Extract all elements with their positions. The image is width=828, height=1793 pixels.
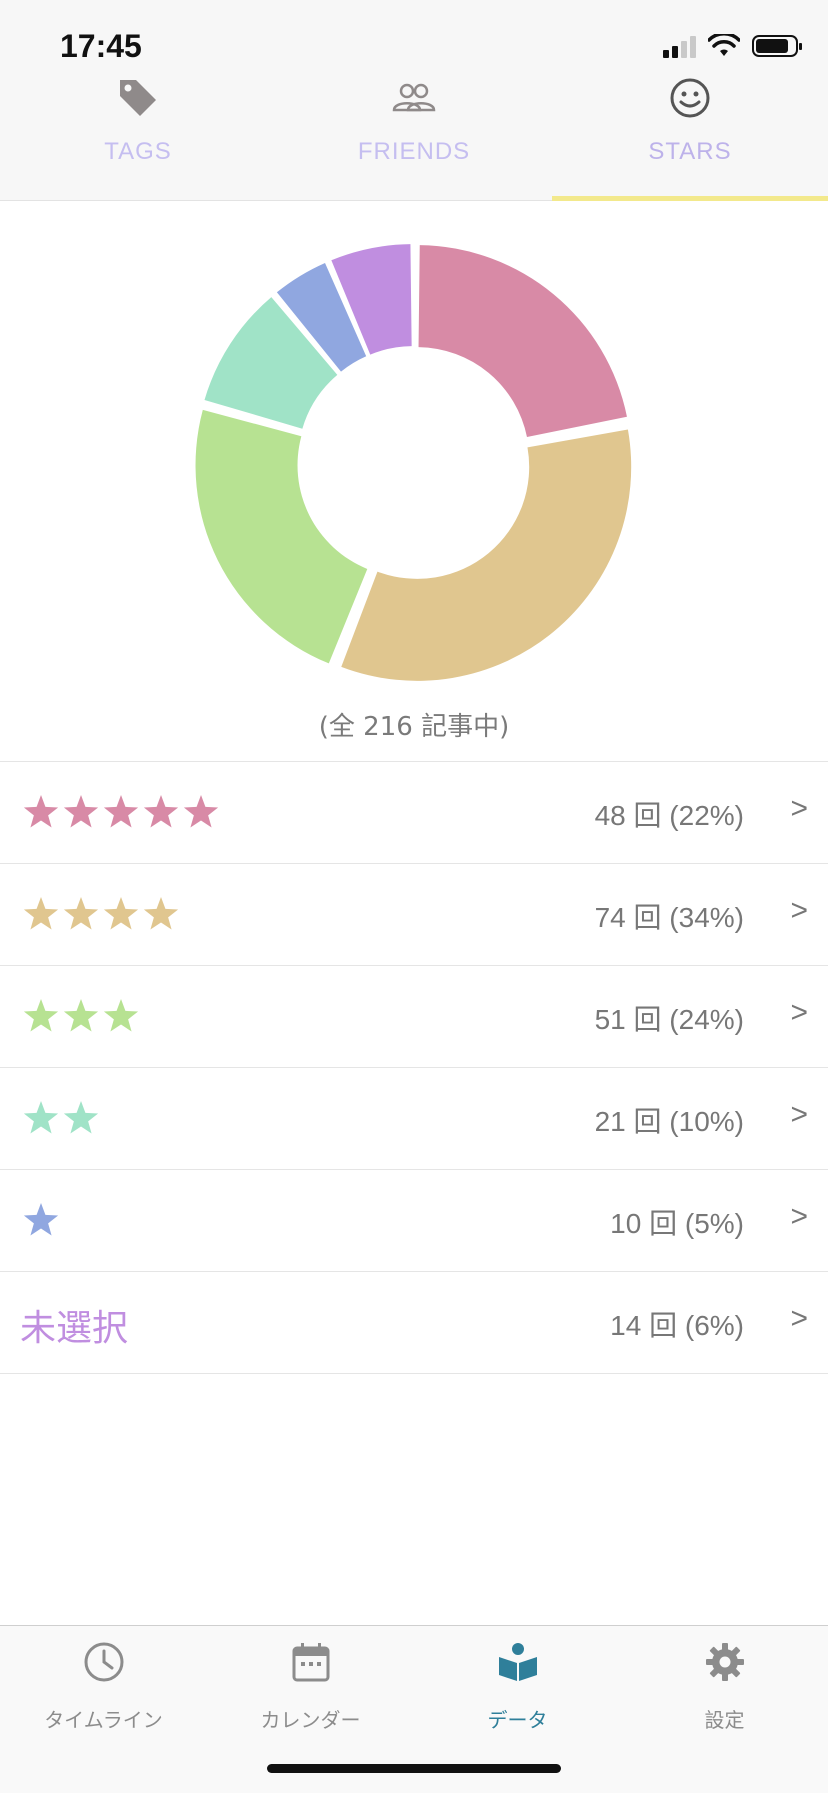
donut-slice [341, 429, 632, 681]
star-icon [63, 897, 99, 930]
top-header: 17:45 TAGS FRIENDS STARS [0, 0, 828, 201]
donut-slice [195, 409, 368, 664]
cellular-signal-icon [663, 34, 696, 58]
clock-icon [84, 1642, 123, 1682]
tab-label: TAGS [104, 138, 172, 165]
star-icon [143, 795, 179, 828]
star-rating-list: 48 回 (22%) > 74 回 (34%) > 51 回 (24%) > 2… [0, 761, 828, 1374]
unselected-label: 未選択 [20, 1308, 129, 1349]
star-rating [22, 997, 140, 1035]
nav-calendar[interactable]: カレンダー [207, 1626, 414, 1746]
star-icon [23, 897, 59, 930]
chevron-right-icon: > [790, 1302, 808, 1335]
star-icon [103, 897, 139, 930]
gear-icon [705, 1643, 744, 1681]
chevron-right-icon: > [790, 792, 808, 825]
chevron-right-icon: > [790, 996, 808, 1029]
stars-chart-area: (全 216 記事中) [0, 201, 828, 761]
calendar-icon [292, 1643, 329, 1682]
battery-icon [752, 35, 802, 57]
star-icon [63, 1101, 99, 1134]
book-reader-icon [498, 1643, 537, 1681]
star-icon [23, 795, 59, 828]
status-time: 17:45 [60, 28, 142, 64]
status-icons [663, 34, 802, 58]
star-icon [63, 999, 99, 1032]
nav-label: データ [487, 1708, 548, 1732]
star-rating [22, 895, 180, 933]
chevron-right-icon: > [790, 1098, 808, 1131]
star-icon [63, 795, 99, 828]
count-percent: 14 回 (6%) [610, 1310, 744, 1341]
nav-timeline[interactable]: タイムライン [0, 1626, 207, 1746]
count-percent: 74 回 (34%) [594, 902, 744, 933]
nav-label: 設定 [704, 1708, 745, 1732]
count-percent: 48 回 (22%) [594, 800, 744, 831]
count-percent: 21 回 (10%) [594, 1106, 744, 1137]
wifi-icon [708, 34, 740, 56]
rating-row-2[interactable]: 21 回 (10%) > [0, 1067, 828, 1169]
tab-tags[interactable]: TAGS [0, 70, 276, 200]
star-rating [22, 793, 220, 831]
tab-stars[interactable]: STARS [552, 70, 828, 200]
star-icon [23, 999, 59, 1032]
nav-data[interactable]: データ [414, 1626, 621, 1746]
chevron-right-icon: > [790, 1200, 808, 1233]
stars-donut-chart [195, 244, 632, 681]
rating-row-3[interactable]: 51 回 (24%) > [0, 965, 828, 1067]
chevron-right-icon: > [790, 894, 808, 927]
tab-label: STARS [648, 138, 732, 165]
star-icon [183, 795, 219, 828]
star-icon [103, 795, 139, 828]
rating-row-1[interactable]: 10 回 (5%) > [0, 1169, 828, 1271]
rating-row-4[interactable]: 74 回 (34%) > [0, 863, 828, 965]
tag-icon [120, 80, 156, 116]
count-percent: 51 回 (24%) [594, 1004, 744, 1035]
rating-row-5[interactable]: 48 回 (22%) > [0, 761, 828, 863]
tab-label: FRIENDS [357, 138, 471, 165]
nav-label: カレンダー [260, 1708, 361, 1732]
smiley-icon [670, 78, 710, 118]
home-indicator [267, 1764, 561, 1773]
total-articles-caption: (全 216 記事中) [318, 712, 510, 742]
star-icon [143, 897, 179, 930]
donut-slice [418, 245, 627, 437]
nav-settings[interactable]: 設定 [621, 1626, 828, 1746]
tab-friends[interactable]: FRIENDS [276, 70, 552, 200]
star-rating [22, 1099, 100, 1137]
star-icon [23, 1101, 59, 1134]
star-icon [23, 1203, 59, 1236]
friends-icon [392, 83, 436, 112]
count-percent: 10 回 (5%) [610, 1208, 744, 1239]
star-rating [22, 1201, 60, 1239]
tab-bar: TAGS FRIENDS STARS [0, 70, 828, 200]
star-icon [103, 999, 139, 1032]
nav-label: タイムライン [44, 1708, 163, 1732]
rating-row-unselected[interactable]: 未選択 14 回 (6%) > [0, 1271, 828, 1374]
